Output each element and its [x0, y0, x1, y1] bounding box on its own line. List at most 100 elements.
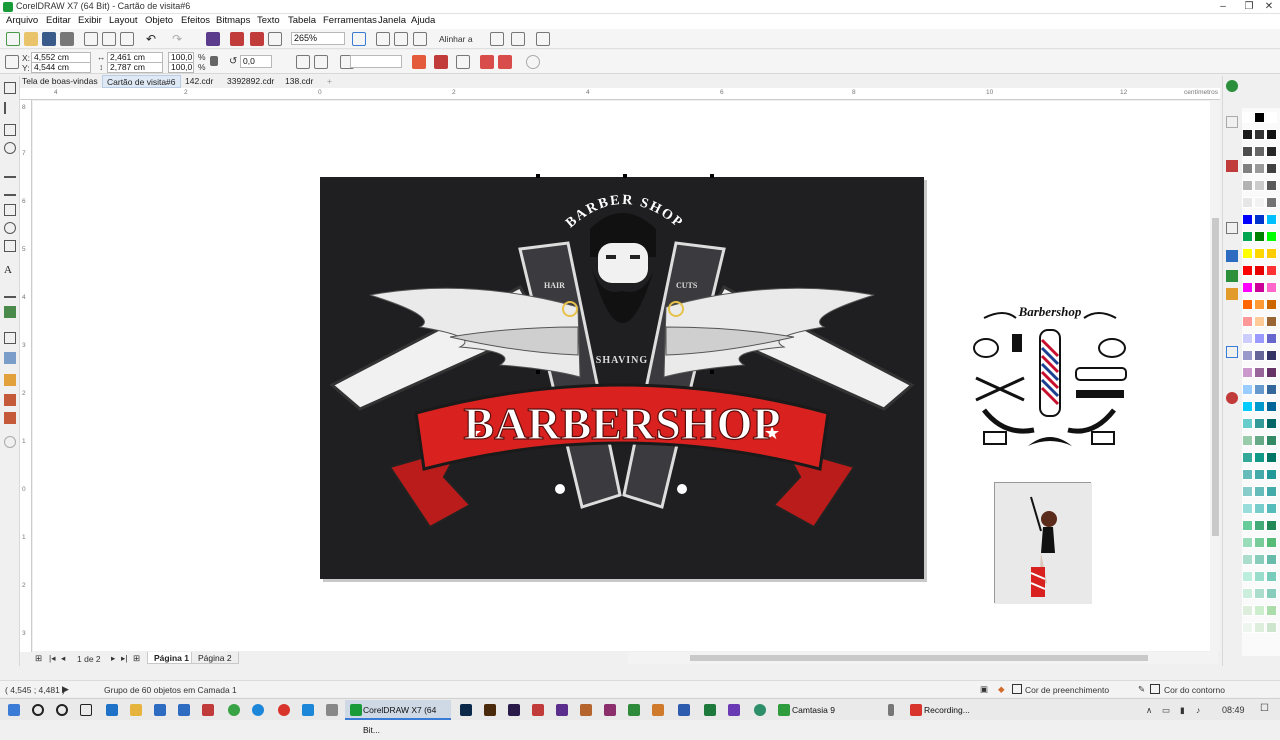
lock-ratio-icon[interactable]	[210, 56, 218, 66]
color-swatch[interactable]	[1254, 129, 1265, 140]
color-swatch[interactable]	[1266, 520, 1277, 531]
store-icon[interactable]	[178, 704, 190, 716]
color-swatch[interactable]	[1266, 146, 1277, 157]
color-swatch[interactable]	[1266, 418, 1277, 429]
taskbar-app-icon[interactable]	[326, 704, 338, 716]
color-swatch[interactable]	[1254, 520, 1265, 531]
color-swatch[interactable]	[1254, 401, 1265, 412]
color-swatch[interactable]	[1242, 146, 1253, 157]
color-swatch[interactable]	[1254, 180, 1265, 191]
menu-objeto[interactable]: Objeto	[145, 15, 173, 26]
battery-icon[interactable]: ▮	[1180, 705, 1185, 716]
color-swatch[interactable]	[1266, 469, 1277, 480]
snap-options-icon[interactable]	[490, 32, 504, 46]
tray-up-icon[interactable]: ∧	[1146, 705, 1152, 716]
menu-bitmaps[interactable]: Bitmaps	[216, 15, 250, 26]
mail-icon[interactable]	[154, 704, 166, 716]
color-swatch[interactable]	[1254, 333, 1265, 344]
y-position-field[interactable]: 4,544 cm	[31, 62, 91, 73]
chrome-icon[interactable]	[228, 704, 240, 716]
color-swatch[interactable]	[1266, 452, 1277, 463]
color-swatch[interactable]	[1254, 554, 1265, 565]
color-swatch[interactable]	[1242, 503, 1253, 514]
start-icon[interactable]	[8, 704, 20, 716]
barbershop-logo[interactable]: BARBER SHOP HAIR CUTS SHAVING ★ ★ BARBER…	[320, 177, 924, 579]
color-swatch[interactable]	[1242, 588, 1253, 599]
color-swatch[interactable]	[1266, 265, 1277, 276]
color-swatch[interactable]	[1266, 112, 1277, 123]
color-swatch[interactable]	[1242, 622, 1253, 633]
outline-width-field[interactable]	[350, 55, 402, 68]
page-tab-2[interactable]: Página 2	[191, 652, 239, 664]
new-document-icon[interactable]	[6, 32, 20, 46]
taskbar-app-icon[interactable]	[302, 704, 314, 716]
color-swatch[interactable]	[1266, 350, 1277, 361]
color-swatch[interactable]	[1254, 299, 1265, 310]
color-swatch[interactable]	[1242, 180, 1253, 191]
color-swatch[interactable]	[1254, 622, 1265, 633]
color-swatch[interactable]	[1254, 571, 1265, 582]
taskbar-app-icon[interactable]	[652, 704, 664, 716]
color-swatch[interactable]	[1242, 197, 1253, 208]
break-apart-icon[interactable]	[498, 55, 512, 69]
add-tool-icon[interactable]	[4, 436, 16, 448]
add-icon[interactable]	[526, 55, 540, 69]
page-add-icon[interactable]: ⊞	[133, 653, 140, 664]
word-icon[interactable]	[678, 704, 690, 716]
play-icon[interactable]: ▶	[62, 684, 69, 695]
color-swatch[interactable]	[1254, 265, 1265, 276]
fill-swatch-icon[interactable]: ▣	[980, 684, 988, 695]
color-swatch[interactable]	[1266, 248, 1277, 259]
export-icon[interactable]	[250, 32, 264, 46]
color-styles-icon[interactable]	[1226, 160, 1238, 172]
ellipse-tool-icon[interactable]	[4, 222, 16, 234]
taskbar-app-icon[interactable]	[106, 704, 118, 716]
menu-ferramentas[interactable]: Ferramentas	[323, 15, 377, 26]
taskbar-app-icon[interactable]	[754, 704, 766, 716]
combine-icon[interactable]	[480, 55, 494, 69]
color-swatch[interactable]	[1242, 333, 1253, 344]
hints-icon[interactable]	[1226, 116, 1238, 128]
color-swatch[interactable]	[1266, 214, 1277, 225]
tab-business-card[interactable]: Cartão de visita#6	[102, 75, 181, 88]
task-view-icon[interactable]	[80, 704, 92, 716]
color-swatch[interactable]	[1242, 452, 1253, 463]
vertical-scroll-thumb[interactable]	[1212, 218, 1219, 536]
show-guidelines-icon[interactable]	[413, 32, 427, 46]
color-swatch[interactable]	[1242, 384, 1253, 395]
clock-time[interactable]: 08:49	[1222, 705, 1245, 715]
redo-icon[interactable]: ↷	[172, 32, 186, 46]
menu-arquivo[interactable]: Arquivo	[6, 15, 38, 26]
page-prev-first-icon[interactable]: |◂	[49, 653, 55, 664]
color-swatch[interactable]	[1254, 384, 1265, 395]
color-swatch[interactable]	[1254, 231, 1265, 242]
color-swatch[interactable]	[1254, 248, 1265, 259]
color-swatch[interactable]	[1242, 367, 1253, 378]
crop-tool-icon[interactable]	[4, 124, 16, 136]
mirror-horizontal-icon[interactable]	[296, 55, 310, 69]
search-icon[interactable]	[32, 704, 44, 716]
color-swatch[interactable]	[1242, 231, 1253, 242]
volume-icon[interactable]: ♪	[1196, 705, 1200, 715]
taskbar-app-icon[interactable]	[202, 704, 214, 716]
dynamic-guides-icon[interactable]	[511, 32, 525, 46]
options-icon[interactable]	[536, 32, 550, 46]
freehand-tool-icon[interactable]	[4, 166, 16, 178]
save-icon[interactable]	[42, 32, 56, 46]
fill-icon[interactable]	[1226, 288, 1238, 300]
page-next-icon[interactable]: ▸	[111, 653, 115, 664]
page-prev-icon[interactable]: ◂	[61, 653, 65, 664]
color-swatch[interactable]	[1254, 486, 1265, 497]
color-swatch[interactable]	[1254, 588, 1265, 599]
transparency-icon[interactable]	[4, 352, 16, 364]
color-swatch[interactable]	[1242, 486, 1253, 497]
group-icon[interactable]	[412, 55, 426, 69]
color-swatch[interactable]	[1266, 299, 1277, 310]
color-swatch[interactable]	[1242, 214, 1253, 225]
color-swatch[interactable]	[1266, 231, 1277, 242]
color-swatch[interactable]	[1254, 214, 1265, 225]
connector-tool-icon[interactable]	[4, 306, 16, 318]
zoom-level-field[interactable]: 265%	[291, 32, 345, 45]
opera-icon[interactable]	[278, 704, 290, 716]
taskbar-app-icon[interactable]	[604, 704, 616, 716]
